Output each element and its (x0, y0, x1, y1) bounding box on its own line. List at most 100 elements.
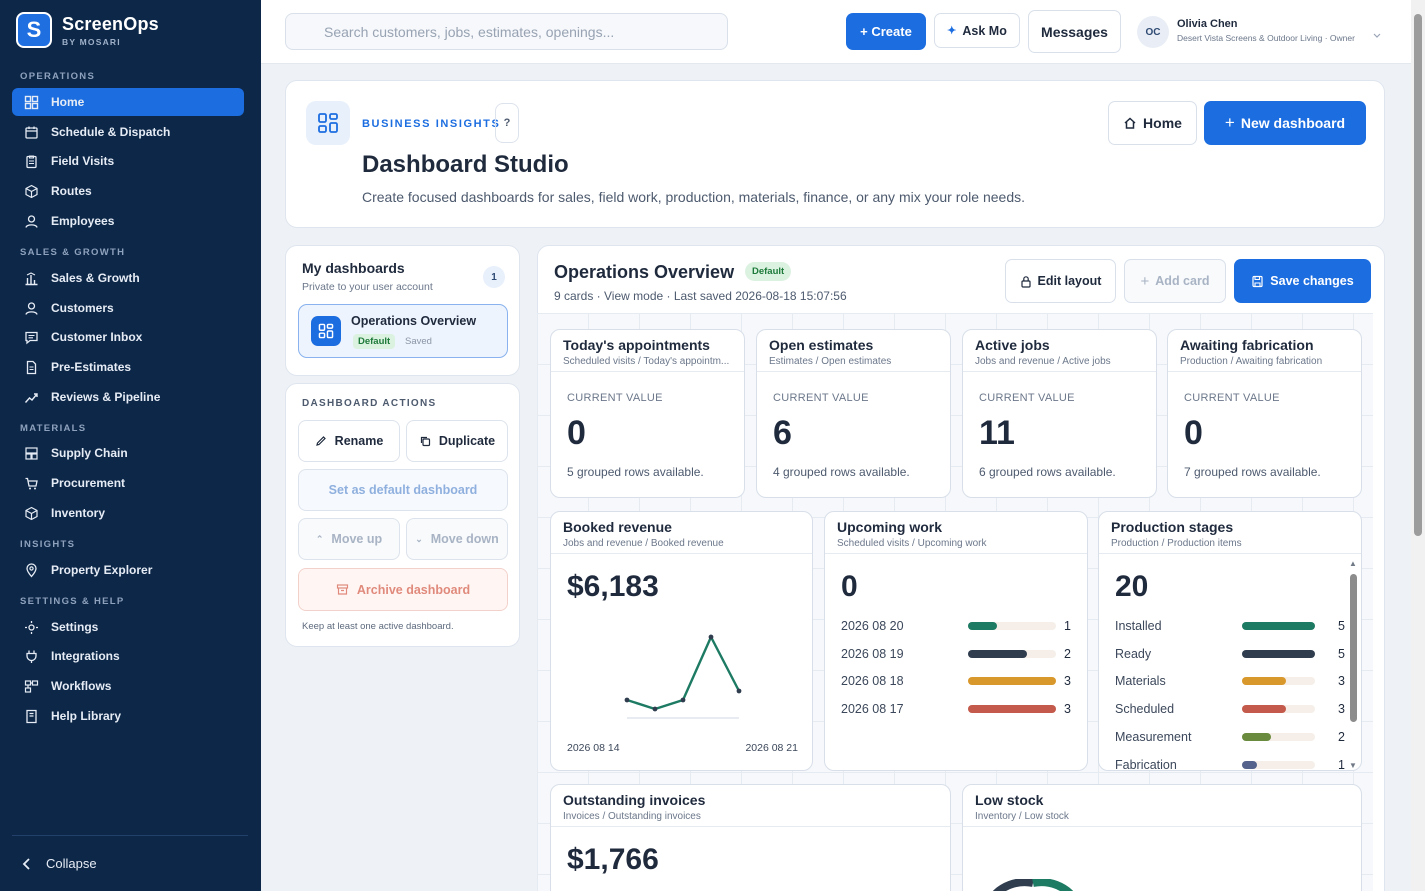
widget-title: Booked revenue (563, 519, 672, 535)
widget-scrollbar[interactable]: ▲ ▼ (1349, 560, 1357, 770)
sidebar-item-field-visits[interactable]: Field Visits (12, 147, 244, 175)
sidebar-item-inventory[interactable]: Inventory (12, 499, 244, 527)
chevron-down-icon[interactable] (1373, 33, 1381, 39)
sidebar-item-help-library[interactable]: Help Library (12, 702, 244, 730)
sidebar-item-home[interactable]: Home (12, 88, 244, 116)
sidebar-item-integrations[interactable]: Integrations (12, 642, 244, 670)
sidebar-item-reviews-pipeline[interactable]: Reviews & Pipeline (12, 383, 244, 411)
sidebar-item-customer-inbox[interactable]: Customer Inbox (12, 323, 244, 351)
avatar[interactable]: OC (1137, 16, 1169, 48)
bar-fill (968, 677, 1056, 686)
bar-fill (1242, 622, 1315, 630)
sidebar-item-settings[interactable]: Settings (12, 613, 244, 641)
sidebar-item-schedule-dispatch[interactable]: Schedule & Dispatch (12, 118, 244, 146)
sidebar-item-supply-chain[interactable]: Supply Chain (12, 439, 244, 467)
move-up-button[interactable]: ⌃ Move up (298, 518, 400, 560)
brand[interactable]: S ScreenOps BY MOSARI (16, 12, 159, 48)
sidebar-item-label: Supply Chain (51, 446, 128, 460)
low-stock-donut (992, 879, 1074, 891)
home-button[interactable]: Home (1108, 101, 1197, 145)
sidebar-item-pre-estimates[interactable]: Pre-Estimates (12, 353, 244, 381)
sparkle-icon: ✦ (947, 25, 957, 37)
bar-track (1242, 622, 1315, 630)
add-card-button[interactable]: + Add card (1124, 259, 1226, 303)
new-dashboard-button[interactable]: + New dashboard (1204, 101, 1366, 145)
widget-low-stock[interactable]: Low stock Inventory / Low stock (962, 784, 1362, 891)
widget-subtitle: Invoices / Outstanding invoices (563, 811, 701, 822)
row-label: Ready (1115, 646, 1152, 661)
archive-button[interactable]: Archive dashboard (298, 568, 508, 611)
widget-todays-appointments[interactable]: Today's appointments Scheduled visits / T… (550, 329, 745, 498)
sidebar-item-label: Workflows (51, 679, 112, 693)
page-scrollbar[interactable] (1411, 0, 1425, 891)
brand-logo: S (16, 12, 52, 48)
sidebar-item-customers[interactable]: Customers (12, 294, 244, 322)
x-axis-start: 2026 08 14 (567, 742, 620, 754)
home-icon (1124, 117, 1136, 129)
scroll-down-arrow[interactable]: ▼ (1349, 762, 1357, 770)
page-scroll-thumb[interactable] (1414, 14, 1422, 536)
x-axis-end: 2026 08 21 (745, 742, 798, 754)
widget-open-estimates[interactable]: Open estimates Estimates / Open estimates… (756, 329, 951, 498)
widget-subtitle: Jobs and revenue / Active jobs (975, 356, 1111, 367)
archive-label: Archive dashboard (356, 582, 471, 597)
production-row: Scheduled 3 (1115, 700, 1345, 718)
move-down-button[interactable]: ⌄ Move down (406, 518, 508, 560)
upcoming-row: 2026 08 19 2 (841, 645, 1071, 663)
chevron-up-icon: ⌃ (315, 533, 324, 544)
widget-active-jobs[interactable]: Active jobs Jobs and revenue / Active job… (962, 329, 1157, 498)
help-button[interactable]: ? (495, 103, 519, 143)
studio-header: BUSINESS INSIGHTS ? Dashboard Studio Cre… (285, 80, 1385, 228)
sidebar-item-property-explorer[interactable]: Property Explorer (12, 556, 244, 584)
edit-layout-button[interactable]: Edit layout (1005, 259, 1116, 303)
widget-outstanding-invoices[interactable]: Outstanding invoices Invoices / Outstandi… (550, 784, 951, 891)
sidebar-item-procurement[interactable]: Procurement (12, 469, 244, 497)
search-input[interactable]: Search customers, jobs, estimates, openi… (285, 13, 728, 50)
revenue-data-point (624, 697, 630, 703)
create-button[interactable]: + Create (846, 13, 926, 50)
row-count: 3 (1064, 702, 1071, 717)
duplicate-button[interactable]: Duplicate (406, 420, 508, 462)
user-icon (25, 301, 38, 315)
duplicate-label: Duplicate (438, 434, 496, 448)
scroll-thumb[interactable] (1350, 574, 1357, 722)
widget-subtitle: Scheduled visits / Today's appointm... (563, 356, 730, 367)
current-value-label: CURRENT VALUE (1184, 392, 1280, 404)
saved-status: Saved (405, 336, 432, 347)
sidebar-item-employees[interactable]: Employees (12, 207, 244, 235)
ask-mo-button[interactable]: ✦ Ask Mo (934, 13, 1020, 48)
sidebar-item-workflows[interactable]: Workflows (12, 672, 244, 700)
collapse-button[interactable]: Collapse (12, 835, 248, 891)
kpi-value: 0 (1184, 414, 1203, 452)
archive-note: Keep at least one active dashboard. (302, 621, 454, 632)
dashboard-list-item[interactable]: Operations Overview Default Saved (298, 304, 508, 358)
messages-button[interactable]: Messages (1028, 10, 1121, 53)
top-bar: Search customers, jobs, estimates, openi… (261, 0, 1411, 64)
widget-awaiting-fabrication[interactable]: Awaiting fabrication Production / Awaitin… (1167, 329, 1362, 498)
book-icon (26, 709, 37, 723)
sidebar-item-label: Pre-Estimates (51, 360, 132, 374)
section-settings: SETTINGS & HELP (20, 596, 125, 607)
add-card-label: Add card (1155, 274, 1210, 288)
widget-upcoming-work[interactable]: Upcoming work Scheduled visits / Upcoming… (824, 511, 1088, 771)
upcoming-row: 2026 08 18 3 (841, 672, 1071, 690)
set-default-button[interactable]: Set as default dashboard (298, 469, 508, 511)
my-dashboards-title: My dashboards (302, 260, 405, 276)
brand-sub: BY MOSARI (62, 36, 121, 47)
edit-layout-label: Edit layout (1037, 274, 1102, 288)
row-label: Scheduled (1115, 702, 1175, 717)
widget-title: Today's appointments (563, 337, 710, 353)
save-changes-button[interactable]: Save changes (1234, 259, 1371, 303)
widget-booked-revenue[interactable]: Booked revenue Jobs and revenue / Booked … (550, 511, 813, 771)
sidebar-item-routes[interactable]: Routes (12, 177, 244, 205)
widget-production-stages[interactable]: Production stages Production / Production… (1098, 511, 1362, 771)
production-row: Installed 5 (1115, 617, 1345, 635)
message-icon (25, 331, 38, 344)
sidebar-item-sales-growth[interactable]: Sales & Growth (12, 264, 244, 292)
trend-icon (24, 392, 38, 403)
user-menu[interactable]: Olivia Chen Desert Vista Screens & Outdo… (1177, 18, 1355, 43)
scroll-up-arrow[interactable]: ▲ (1349, 560, 1357, 568)
kpi-value: 11 (979, 414, 1015, 452)
kpi-value: 0 (567, 414, 586, 452)
rename-button[interactable]: Rename (298, 420, 400, 462)
